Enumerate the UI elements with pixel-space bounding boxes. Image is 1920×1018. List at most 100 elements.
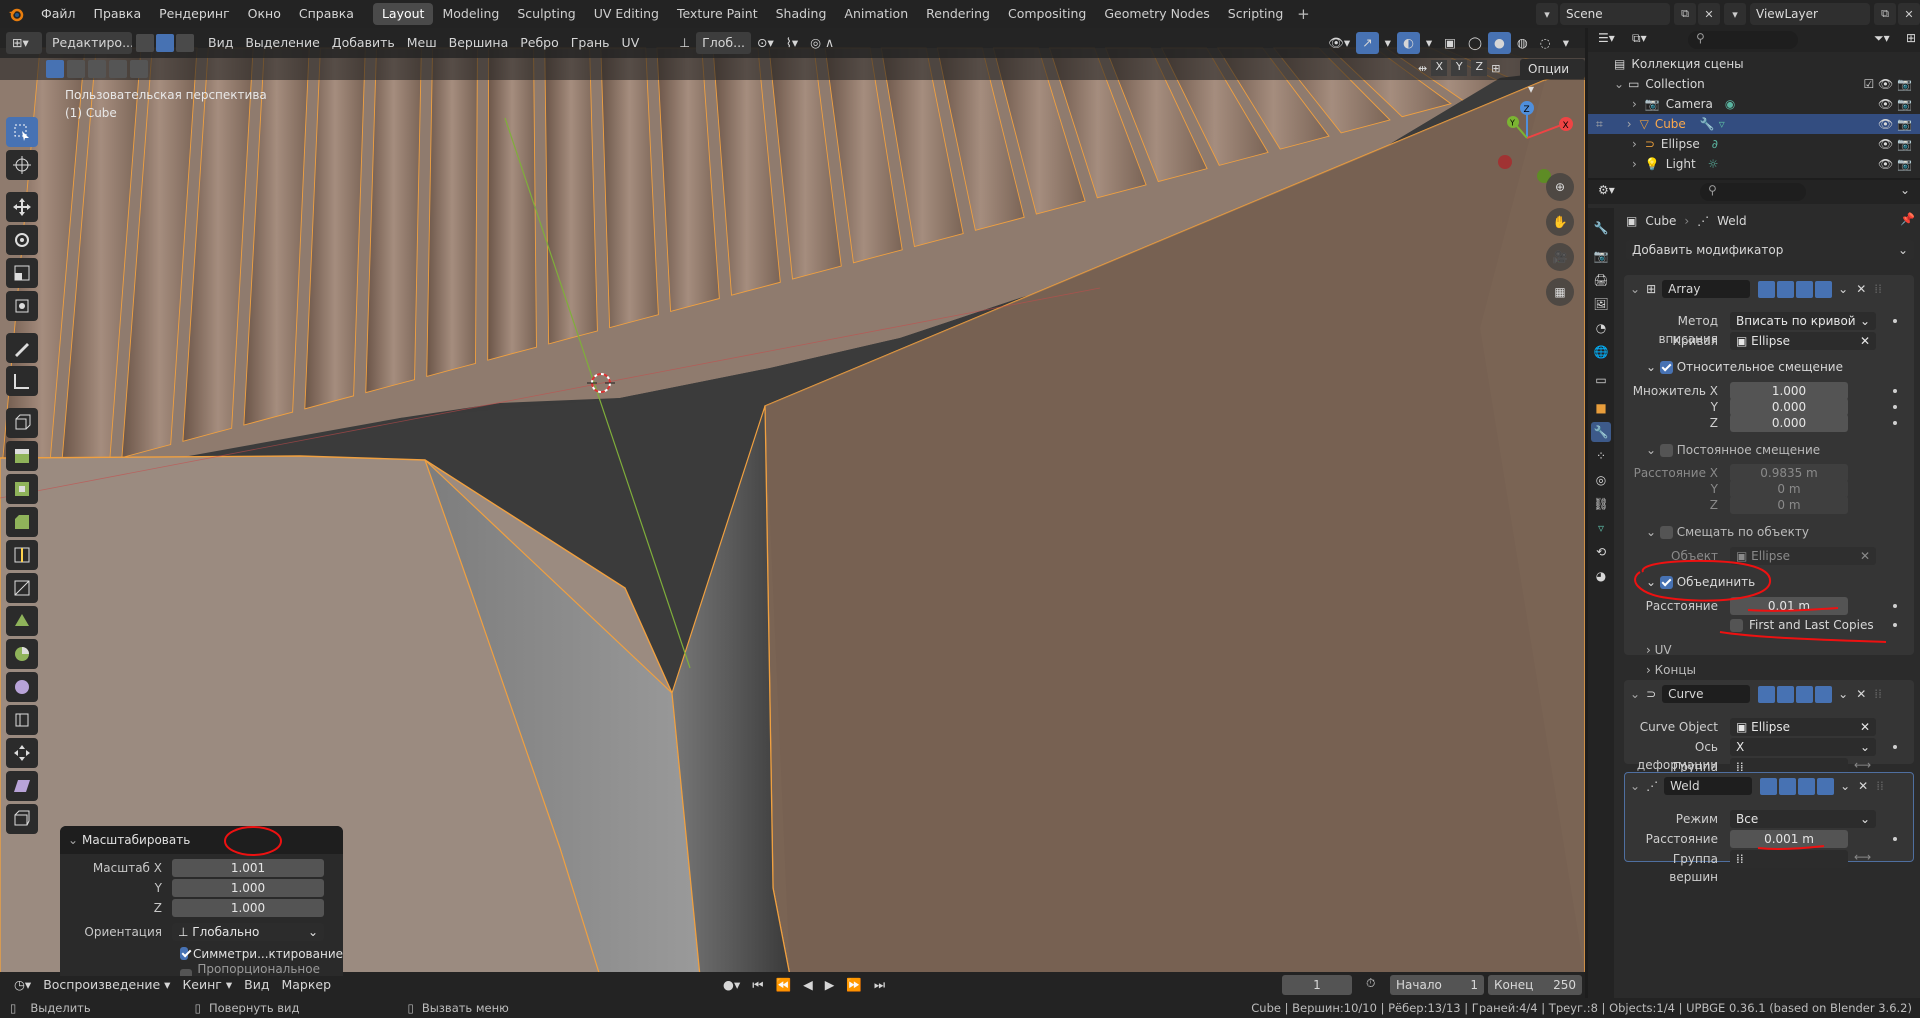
menu-mesh[interactable]: Меш	[401, 32, 443, 54]
jump-start-icon[interactable]: ⏮	[746, 974, 769, 996]
smooth-tool-icon[interactable]	[6, 672, 38, 702]
mult-z-field[interactable]: 0.000	[1730, 414, 1848, 432]
loop-cut-tool-icon[interactable]	[6, 540, 38, 570]
camera-label[interactable]: Camera	[1666, 97, 1713, 111]
menu-file[interactable]: Файл	[32, 0, 85, 28]
view-layer-selector[interactable]: ViewLayer	[1750, 3, 1870, 25]
measure-tool-icon[interactable]	[6, 366, 38, 396]
keyframe-dot[interactable]	[1893, 837, 1897, 841]
weld-remove-icon[interactable]: ✕	[1858, 779, 1868, 793]
menu-window[interactable]: Окно	[239, 0, 290, 28]
tab-geometry-nodes[interactable]: Geometry Nodes	[1095, 3, 1218, 25]
pin-icon[interactable]: 📌	[1900, 212, 1915, 226]
object-offset-checkbox[interactable]	[1659, 526, 1673, 539]
collapse-chevron-icon[interactable]: ⌄	[68, 826, 78, 854]
world-tab-icon[interactable]: 🌐	[1591, 342, 1611, 362]
array-drag-handle-icon[interactable]: ⁞⁞	[1874, 282, 1882, 296]
merge-header[interactable]: ⌄ Объединить	[1646, 572, 1755, 592]
array-collapse-icon[interactable]: ⌄	[1630, 282, 1640, 296]
shader-fx-tab-icon[interactable]: ⟲	[1591, 542, 1611, 562]
preview-range-icon[interactable]: ⏱	[1366, 976, 1375, 991]
tab-rendering[interactable]: Rendering	[917, 3, 999, 25]
constant-offset-checkbox[interactable]	[1659, 444, 1673, 457]
keyframe-dot[interactable]	[1893, 319, 1897, 323]
curve-remove-icon[interactable]: ✕	[1856, 687, 1866, 701]
keyframe-dot[interactable]	[1893, 623, 1897, 627]
keyframe-dot[interactable]	[1893, 745, 1897, 749]
menu-uv[interactable]: UV	[616, 32, 646, 54]
rendered-shading-icon[interactable]: ◌	[1534, 32, 1557, 54]
tool-tab-icon[interactable]: 🔧	[1591, 218, 1611, 238]
breadcrumb-object[interactable]: Cube	[1645, 214, 1676, 228]
array-visibility-toggles[interactable]	[1758, 280, 1833, 298]
select-extend-icon[interactable]	[67, 60, 85, 78]
timeline-view-menu[interactable]: Вид	[238, 974, 275, 996]
move-tool-icon[interactable]	[6, 192, 38, 222]
scale-z-field[interactable]: 1.000	[172, 898, 324, 917]
keyframe-dot[interactable]	[1893, 405, 1897, 409]
expand-chevron-icon[interactable]: ⌄	[1614, 77, 1624, 91]
menu-edit[interactable]: Правка	[85, 0, 151, 28]
curve-menu-icon[interactable]: ⌄	[1838, 687, 1848, 701]
properties-editor-icon[interactable]: ⚙▾	[1598, 183, 1615, 197]
transform-orientation-icon[interactable]: ⊥	[673, 32, 696, 54]
light-toggles[interactable]: 👁 📷	[1878, 157, 1912, 171]
select-subtract-icon[interactable]	[88, 60, 106, 78]
vertex-select-icon[interactable]	[136, 34, 154, 52]
edge-select-icon[interactable]	[156, 34, 174, 52]
scene-type-icon[interactable]: ▾	[1536, 3, 1558, 25]
solid-shading-icon[interactable]: ●	[1487, 32, 1511, 54]
edge-slide-tool-icon[interactable]	[6, 705, 38, 735]
snap-icon[interactable]: ⌇▾	[780, 32, 804, 54]
scale-tool-icon[interactable]	[6, 258, 38, 288]
rip-tool-icon[interactable]	[6, 804, 38, 834]
mirror-y-toggle[interactable]: Y	[1451, 60, 1468, 76]
mirror-icon[interactable]: ⇹	[1418, 62, 1427, 75]
add-cube-tool-icon[interactable]	[6, 408, 38, 438]
constant-offset-header[interactable]: ⌄ Постоянное смещение	[1646, 440, 1820, 460]
curve-object-target-field[interactable]: ▣ Ellipse ✕	[1730, 718, 1876, 736]
fit-method-dropdown[interactable]: Вписать по кривой ⌄	[1730, 312, 1876, 330]
overlay-toggle-icon[interactable]: ◐	[1396, 32, 1420, 54]
weld-distance-field[interactable]: 0.001 m	[1730, 830, 1848, 848]
object-offset-header[interactable]: ⌄ Смещать по объекту	[1646, 522, 1809, 542]
face-select-icon[interactable]	[176, 34, 194, 52]
menu-render[interactable]: Рендеринг	[150, 0, 239, 28]
constraints-tab-icon[interactable]: ⛓	[1591, 494, 1611, 514]
menu-vertex[interactable]: Вершина	[443, 32, 515, 54]
menu-help[interactable]: Справка	[290, 0, 363, 28]
curve-name-field[interactable]: Curve	[1662, 685, 1751, 703]
cube-toggles[interactable]: 👁 📷	[1878, 117, 1912, 131]
knife-tool-icon[interactable]	[6, 573, 38, 603]
data-tab-icon[interactable]: ▿	[1591, 518, 1611, 538]
properties-search[interactable]: ⚲	[1700, 183, 1806, 201]
view-layer-type-icon[interactable]: ▾	[1724, 3, 1746, 25]
view-layer-tab-icon[interactable]: 🖼	[1591, 294, 1611, 314]
offset-object-field[interactable]: ▣ Ellipse ✕	[1730, 547, 1876, 565]
weld-mode-dropdown[interactable]: Все ⌄	[1730, 810, 1876, 828]
array-remove-icon[interactable]: ✕	[1856, 282, 1866, 296]
editor-type-button[interactable]: ⊞▾	[6, 32, 42, 54]
render-tab-icon[interactable]: 📷	[1591, 246, 1611, 266]
filter-icon[interactable]: ⏷▾	[1874, 31, 1890, 46]
material-tab-icon[interactable]: ◕	[1591, 566, 1611, 586]
shading-dropdown-icon[interactable]: ▾	[1557, 32, 1575, 54]
breadcrumb-modifier[interactable]: Weld	[1717, 214, 1747, 228]
menu-edge[interactable]: Ребро	[514, 32, 565, 54]
camera-view-icon[interactable]: 🎥	[1546, 243, 1574, 271]
topology-mirror-icon[interactable]: ⊞	[1491, 62, 1500, 75]
tab-compositing[interactable]: Compositing	[999, 3, 1095, 25]
extrude-tool-icon[interactable]	[6, 441, 38, 471]
edit-mode-icon[interactable]: ⌗	[1596, 117, 1603, 132]
gizmo-toggle-icon[interactable]: ↗	[1356, 32, 1379, 54]
menu-view[interactable]: Вид	[202, 32, 239, 54]
blender-logo-icon[interactable]	[0, 0, 32, 28]
cube-label[interactable]: Cube	[1655, 117, 1686, 131]
gizmo-dropdown-icon[interactable]: ▾	[1379, 32, 1397, 54]
relative-offset-checkbox[interactable]	[1659, 361, 1673, 374]
playback-menu[interactable]: Воспроизведение ▾	[37, 974, 176, 996]
add-workspace-icon[interactable]: +	[1292, 5, 1314, 23]
weld-name-field[interactable]: Weld	[1664, 777, 1753, 795]
proportional-checkbox[interactable]	[180, 969, 193, 976]
uv-subpanel-header[interactable]: › UV	[1646, 640, 1672, 660]
